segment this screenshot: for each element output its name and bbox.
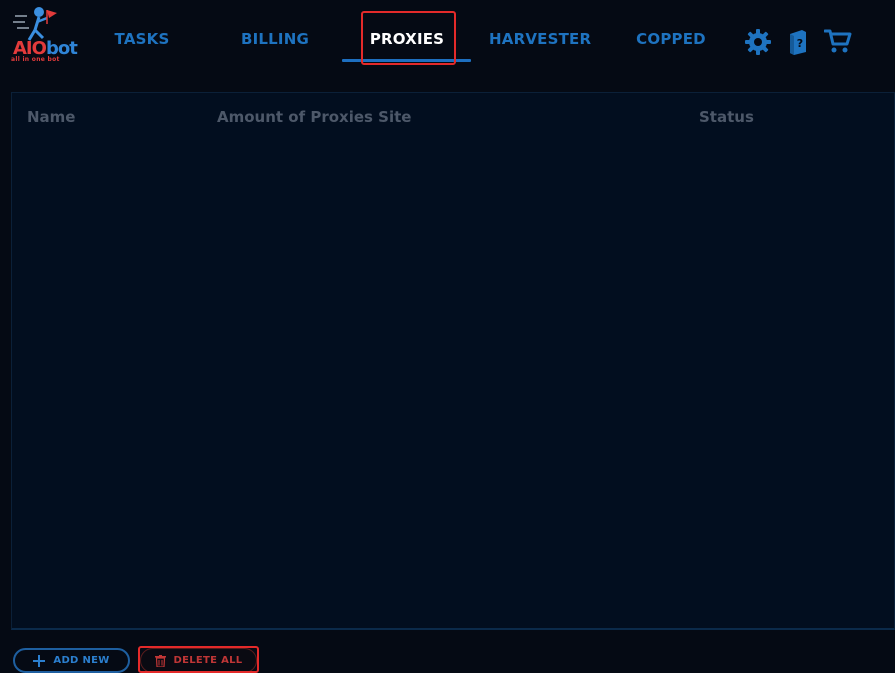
gear-icon bbox=[745, 29, 771, 55]
nav-tab-billing[interactable]: BILLING bbox=[240, 28, 310, 50]
app-logo: AIObot all in one bot bbox=[11, 4, 78, 64]
logo-tagline: all in one bot bbox=[11, 56, 60, 63]
add-new-label: ADD NEW bbox=[53, 655, 110, 666]
settings-button[interactable] bbox=[744, 28, 772, 60]
highlight-box-delete-all bbox=[138, 646, 259, 673]
plus-icon bbox=[33, 654, 46, 667]
nav-tab-harvester[interactable]: HARVESTER bbox=[489, 28, 591, 50]
nav-tab-tasks[interactable]: TASKS bbox=[111, 28, 173, 50]
column-header-amount: Amount of Proxies Site bbox=[217, 108, 412, 126]
cart-button[interactable] bbox=[823, 28, 852, 58]
cart-icon bbox=[823, 29, 852, 53]
column-header-name: Name bbox=[27, 108, 76, 126]
nav-tab-copped[interactable]: COPPED bbox=[634, 28, 708, 50]
highlight-box-proxies bbox=[361, 11, 456, 65]
svg-text:?: ? bbox=[797, 37, 803, 50]
column-header-status: Status bbox=[699, 108, 754, 126]
add-new-button[interactable]: ADD NEW bbox=[13, 648, 130, 673]
help-button[interactable]: ? bbox=[787, 28, 809, 60]
book-help-icon: ? bbox=[790, 30, 806, 55]
proxies-table: Name Amount of Proxies Site Status bbox=[11, 92, 895, 630]
